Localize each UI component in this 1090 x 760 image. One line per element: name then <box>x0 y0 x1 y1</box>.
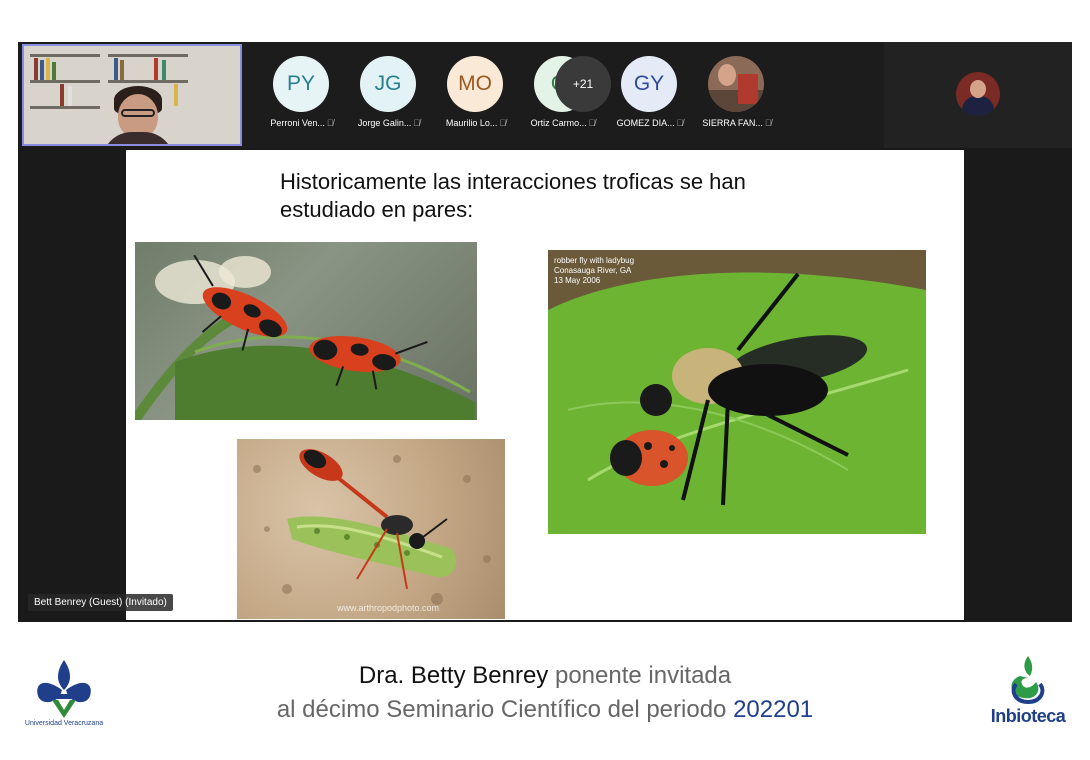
meeting-window: PY Perroni Ven... 🎙̸ JG Jorge Galin... 🎙̸ … <box>18 42 1072 622</box>
shared-slide: Historicamente las interacciones trofica… <box>126 150 964 620</box>
host-video-tile[interactable] <box>884 42 1072 148</box>
microphone-muted-icon: 🎙̸ <box>676 118 684 128</box>
microphone-muted-icon: 🎙̸ <box>499 118 507 128</box>
participant-name: SIERRA FAN... <box>702 118 763 128</box>
host-avatar <box>956 72 1000 116</box>
photo-milkweed-bugs <box>135 242 477 420</box>
speaker-name: Dra. Betty Benrey <box>358 662 549 689</box>
seminar-description: al décimo Seminario Científico del perio… <box>276 696 734 723</box>
participant-tile[interactable]: MO Maurilio Lo... 🎙̸ <box>432 56 520 136</box>
wasp-caterpillar-image <box>253 449 491 605</box>
participant-tile[interactable]: SIERRA FAN... 🎙̸ <box>693 56 781 136</box>
inbioteca-emblem-icon <box>1011 656 1045 705</box>
participant-name: Maurilio Lo... <box>445 118 498 128</box>
photo-watermark: www.arthropodphoto.com <box>337 603 440 613</box>
participant-avatar: JG <box>360 56 416 112</box>
inbioteca-label: Inbioteca <box>990 706 1066 726</box>
presenter-name-badge: Bett Benrey (Guest) (Invitado) <box>28 594 173 611</box>
participant-name: Ortiz Carmo... <box>530 118 587 128</box>
participant-tile[interactable]: GY GOMEZ DIA... 🎙̸ <box>606 56 694 136</box>
photo-caption: robber fly with ladybug Conasauga River,… <box>554 256 634 286</box>
participant-name: Perroni Ven... <box>270 118 325 128</box>
milkweed-bugs-image <box>135 254 475 420</box>
seminar-period: 202201 <box>733 696 814 723</box>
microphone-muted-icon: 🎙̸ <box>764 118 772 128</box>
participant-photo-avatar <box>708 56 764 112</box>
footer-caption-line2: al décimo Seminario Científico del perio… <box>0 696 1090 724</box>
self-video-tile[interactable] <box>22 44 242 146</box>
footer-caption-line1: Dra. Betty Benrey ponente invitada <box>0 662 1090 690</box>
participant-name: GOMEZ DIA... <box>616 118 675 128</box>
microphone-muted-icon: 🎙̸ <box>588 118 596 128</box>
speaker-role: ponente invitada <box>548 662 732 689</box>
participant-avatar: MO <box>447 56 503 112</box>
microphone-muted-icon: 🎙̸ <box>413 118 421 128</box>
more-participants-button[interactable]: +21 <box>555 56 611 112</box>
slide-title: Historicamente las interacciones trofica… <box>280 169 746 222</box>
participant-avatar: PY <box>273 56 329 112</box>
robber-fly-image <box>548 250 926 534</box>
photo-robber-fly: robber fly with ladybug Conasauga River,… <box>548 250 926 534</box>
participant-tile[interactable]: JG Jorge Galin... 🎙̸ <box>345 56 433 136</box>
photo-caption-line: 13 May 2006 <box>554 276 601 285</box>
participant-name: Jorge Galin... <box>357 118 412 128</box>
photo-caption-line: Conasauga River, GA <box>554 266 632 275</box>
participant-avatar: GY <box>621 56 677 112</box>
photo-wasp-caterpillar: www.arthropodphoto.com <box>237 439 505 619</box>
participant-tile[interactable]: PY Perroni Ven... 🎙̸ <box>258 56 346 136</box>
participant-strip: PY Perroni Ven... 🎙̸ JG Jorge Galin... 🎙̸ … <box>18 42 1072 148</box>
microphone-muted-icon: 🎙̸ <box>326 118 334 128</box>
inbioteca-logo: Inbioteca <box>980 654 1076 734</box>
photo-caption-line: robber fly with ladybug <box>554 256 635 265</box>
